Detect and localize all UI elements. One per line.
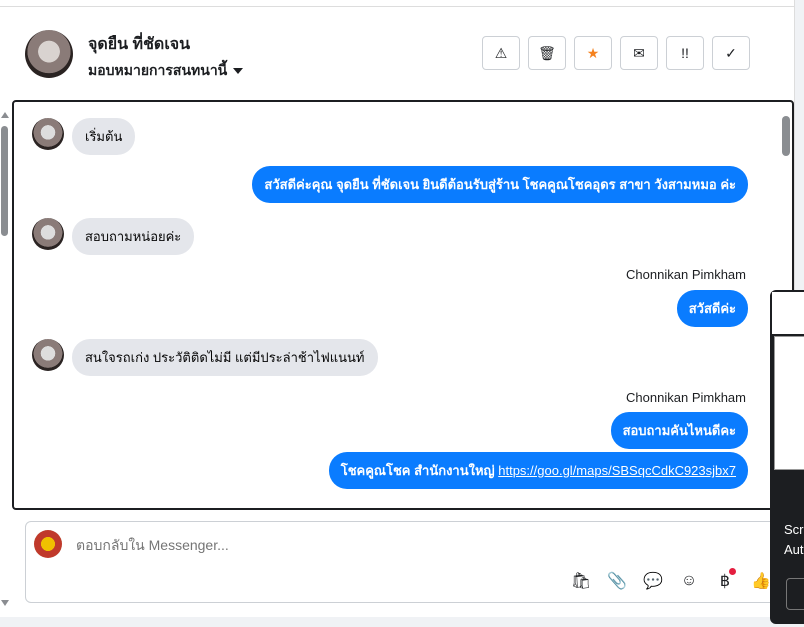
- incoming-message[interactable]: สอบถามหน่อยค่ะ: [72, 218, 195, 255]
- incoming-message[interactable]: สนใจรถเก่ง ประวัติติดไม่มี แต่มีประล่าช้…: [72, 339, 378, 376]
- conversation-header: จุดยืน ที่ชัดเจน มอบหมายการสนทนานี้ ⚠ 🗑 ★ ✉…: [0, 10, 794, 100]
- mark-unread-button[interactable]: ✉: [620, 36, 658, 70]
- shop-bag-icon[interactable]: 🛍: [570, 570, 592, 592]
- attachment-icon[interactable]: 📎: [606, 570, 628, 592]
- assign-dropdown[interactable]: มอบหมายการสนทนานี้: [88, 60, 244, 82]
- customer-avatar: [32, 118, 64, 150]
- follow-up-button[interactable]: !!: [666, 36, 704, 70]
- emoji-icon-glyph: ☺: [680, 572, 698, 589]
- message-text: สวัสดีค่ะ: [688, 301, 736, 316]
- side-popup-line2: Aut: [784, 542, 804, 557]
- thread-scrollbar[interactable]: [782, 116, 790, 156]
- contact-name[interactable]: จุดยืน ที่ชัดเจน: [88, 32, 190, 57]
- message-text: สวัสดีค่ะคุณ จุดยืน ที่ชัดเจน ยินดีต้อนร…: [264, 177, 736, 192]
- emoji-icon[interactable]: ☺: [678, 570, 700, 592]
- assign-label: มอบหมายการสนทนานี้: [88, 62, 228, 78]
- delete-icon: 🗑: [538, 44, 556, 61]
- shop-bag-icon-glyph: 🛍: [570, 573, 592, 590]
- mark-done-button[interactable]: ✓: [712, 36, 750, 70]
- side-popup-button[interactable]: [786, 578, 804, 610]
- customer-avatar: [32, 339, 64, 371]
- contact-avatar[interactable]: [25, 30, 73, 78]
- page-avatar: [34, 530, 62, 558]
- spam-button[interactable]: ⚠: [482, 36, 520, 70]
- payment-icon[interactable]: ฿: [714, 568, 736, 592]
- outgoing-message[interactable]: สวัสดีค่ะคุณ จุดยืน ที่ชัดเจน ยินดีต้อนร…: [252, 166, 748, 203]
- side-popup: Scr Aut: [770, 290, 804, 624]
- sender-name: Chonnikan Pimkham: [626, 390, 746, 405]
- customer-avatar: [32, 218, 64, 250]
- side-popup-preview: [774, 336, 804, 470]
- like-icon-glyph: 👍: [751, 573, 771, 590]
- like-icon[interactable]: 👍: [750, 570, 772, 592]
- side-popup-header: [772, 292, 804, 334]
- scroll-down-arrow[interactable]: [1, 600, 9, 606]
- message-text: โชคคูณโชค สำนักงานใหญ่: [340, 463, 495, 478]
- conversation-pane: จุดยืน ที่ชัดเจน มอบหมายการสนทนานี้ ⚠ 🗑 ★ ✉…: [0, 0, 795, 617]
- attachment-icon-glyph: 📎: [607, 573, 627, 590]
- message-thread[interactable]: เริ่มต้นสวัสดีค่ะคุณ จุดยืน ที่ชัดเจน ยิ…: [12, 100, 794, 510]
- mark-unread-icon: ✉: [633, 44, 645, 61]
- reply-box: 🛍 📎 💬 ☺ ฿ 👍: [25, 521, 794, 603]
- side-popup-text: Scr Aut: [784, 520, 804, 560]
- scroll-up-arrow[interactable]: [1, 112, 9, 118]
- notification-dot: [729, 568, 736, 575]
- side-popup-line1: Scr: [784, 522, 804, 537]
- outgoing-message[interactable]: สอบถามคันไหนดีคะ: [610, 412, 748, 449]
- star-button[interactable]: ★: [574, 36, 612, 70]
- follow-up-icon: !!: [681, 45, 689, 61]
- mark-done-icon: ✓: [725, 44, 737, 61]
- delete-button[interactable]: 🗑: [528, 36, 566, 70]
- divider: [0, 6, 794, 7]
- reply-input[interactable]: [74, 536, 758, 554]
- star-icon: ★: [586, 44, 600, 61]
- page-scrollbar[interactable]: [0, 110, 9, 610]
- payment-icon-glyph: ฿: [719, 573, 731, 590]
- incoming-message[interactable]: เริ่มต้น: [72, 118, 136, 155]
- saved-reply-icon[interactable]: 💬: [642, 570, 664, 592]
- sender-name: Chonnikan Pimkham: [626, 267, 746, 282]
- scroll-thumb[interactable]: [1, 126, 8, 236]
- saved-reply-icon-glyph: 💬: [643, 573, 663, 590]
- message-text: สอบถามคันไหนดีคะ: [622, 423, 736, 438]
- header-actions: ⚠ 🗑 ★ ✉!! ✓: [482, 36, 750, 70]
- message-link[interactable]: https://goo.gl/maps/SBSqcCdkC923sjbx7: [498, 463, 736, 478]
- reply-toolbar: 🛍 📎 💬 ☺ ฿ 👍: [570, 568, 772, 592]
- spam-icon: ⚠: [494, 44, 508, 61]
- chevron-down-icon: [233, 68, 244, 75]
- outgoing-message[interactable]: สวัสดีค่ะ: [676, 290, 748, 327]
- outgoing-message[interactable]: โชคคูณโชค สำนักงานใหญ่ https://goo.gl/ma…: [328, 452, 748, 489]
